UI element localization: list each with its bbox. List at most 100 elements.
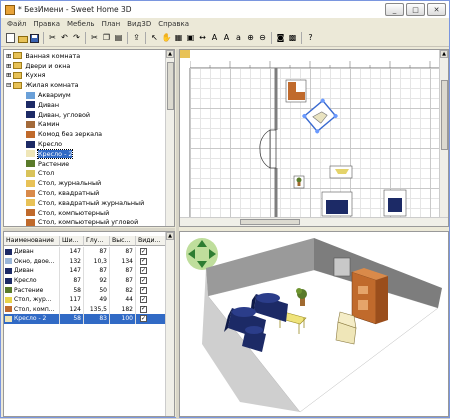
scroll-thumb[interactable] — [441, 80, 448, 150]
table-row[interactable]: Кресло - 2 58 83 100 ✓ — [4, 314, 167, 324]
menu-3dview[interactable]: Вид3D — [127, 20, 151, 28]
zoom-in-icon[interactable]: ⊕ — [245, 33, 256, 44]
navigation-arrows-icon[interactable] — [186, 238, 218, 270]
catalog-item[interactable]: Аквариум — [26, 90, 71, 100]
add-furniture-icon[interactable]: ⇪ — [131, 33, 142, 44]
armchair-symbol[interactable] — [383, 189, 407, 217]
plant-symbol[interactable] — [293, 175, 305, 189]
paste-icon[interactable]: ▤ — [113, 33, 124, 44]
column-header-visible[interactable]: Види... — [136, 236, 167, 246]
catalog-item[interactable]: Стол, компьютерный — [26, 208, 109, 218]
table-row[interactable]: Диван 147 87 87 ✓ — [4, 247, 167, 257]
visible-checkbox[interactable]: ✓ — [140, 296, 147, 304]
scroll-up-icon[interactable]: ▲ — [440, 50, 448, 58]
door-symbol[interactable] — [259, 129, 277, 169]
cut-icon[interactable]: ✂ — [47, 33, 58, 44]
catalog-item[interactable]: Стол — [26, 169, 54, 179]
redo-icon[interactable]: ↷ — [71, 33, 82, 44]
table-row[interactable]: Стол, комп... 124 135,5 182 ✓ — [4, 304, 167, 315]
toolbar-separator — [43, 32, 44, 44]
menu-file[interactable]: Файл — [7, 20, 26, 28]
catalog-item[interactable]: Комод без зеркала — [26, 129, 102, 139]
coffee-table-symbol[interactable] — [329, 165, 353, 179]
column-header-depth[interactable]: Глу... — [84, 236, 110, 246]
text-increase-icon[interactable]: A — [221, 33, 232, 44]
catalog-category[interactable]: ⊞ Двери и окна — [6, 61, 70, 71]
table-row[interactable]: Кресло 87 92 87 ✓ — [4, 275, 167, 286]
new-icon[interactable] — [5, 33, 16, 44]
create-photo-icon[interactable]: ◙ — [275, 33, 286, 44]
3d-view[interactable] — [179, 231, 449, 417]
visible-checkbox[interactable]: ✓ — [140, 315, 147, 323]
menu-edit[interactable]: Правка — [33, 20, 60, 28]
plan-hscrollbar[interactable] — [180, 217, 448, 226]
pan-icon[interactable]: ✋ — [161, 33, 172, 44]
create-labels-icon[interactable]: A — [209, 33, 220, 44]
catalog-category[interactable]: ⊞ Ванная комната — [6, 51, 80, 61]
visible-checkbox[interactable]: ✓ — [140, 286, 147, 294]
sofa-symbol[interactable] — [321, 191, 353, 217]
help-icon[interactable]: ? — [305, 33, 316, 44]
open-icon[interactable] — [17, 33, 28, 44]
undo-icon[interactable]: ↶ — [59, 33, 70, 44]
catalog-item[interactable]: Кресло — [26, 139, 62, 149]
cut2-icon[interactable]: ✂ — [89, 33, 100, 44]
menu-furniture[interactable]: Мебель — [67, 20, 95, 28]
text-decrease-icon[interactable]: a — [233, 33, 244, 44]
minimize-button[interactable]: _ — [385, 3, 404, 16]
catalog-item[interactable]: Стол, квадратный — [26, 188, 99, 198]
catalog-category[interactable]: ⊞ Кухня — [6, 71, 45, 81]
plan-view[interactable]: ▲ — [179, 49, 449, 227]
create-dimensions-icon[interactable]: ↔ — [197, 33, 208, 44]
selected-armchair-symbol[interactable] — [302, 98, 339, 134]
close-button[interactable]: ✕ — [427, 3, 446, 16]
catalog-item[interactable]: Диван, угловой — [26, 110, 90, 120]
zoom-out-icon[interactable]: ⊖ — [257, 33, 268, 44]
catalog-item[interactable]: Растение — [26, 159, 69, 169]
catalog-category[interactable]: ⊟ Жилая комната — [6, 80, 79, 90]
catalog-item[interactable]: Кресло - 2 — [26, 148, 74, 159]
expand-icon[interactable]: ⊞ — [6, 62, 11, 70]
select-mode-icon[interactable]: ↖ — [149, 33, 160, 44]
visible-checkbox[interactable]: ✓ — [140, 305, 147, 313]
menu-plan[interactable]: План — [102, 20, 121, 28]
table-cell-name: Стол, комп... — [4, 304, 60, 315]
collapse-icon[interactable]: ⊟ — [6, 81, 11, 89]
scroll-thumb[interactable] — [167, 62, 174, 110]
column-header-width[interactable]: Ши... — [60, 236, 84, 246]
column-header-height[interactable]: Выс... — [110, 236, 136, 246]
table-row[interactable]: Окно, двое... 132 10,3 134 ✓ — [4, 256, 167, 267]
table-scrollbar[interactable]: ▲ — [165, 232, 174, 416]
scroll-up-icon[interactable]: ▲ — [166, 50, 174, 58]
catalog-item[interactable]: Стол, компьютерный угловой — [26, 218, 138, 226]
window-title: * БезИмени - Sweet Home 3D — [18, 5, 132, 14]
computer-desk-symbol[interactable] — [285, 79, 307, 103]
visible-checkbox[interactable]: ✓ — [140, 277, 147, 285]
expand-icon[interactable]: ⊞ — [6, 71, 11, 79]
furniture-table: Наименование Ши... Глу... Выс... Види...… — [3, 231, 175, 417]
catalog-item[interactable]: Камин — [26, 120, 60, 130]
create-video-icon[interactable]: ▩ — [287, 33, 298, 44]
menu-help[interactable]: Справка — [158, 20, 189, 28]
catalog-item[interactable]: Стол, журнальный — [26, 178, 101, 188]
table-row[interactable]: Растение 58 50 82 ✓ — [4, 285, 167, 295]
plan-vscrollbar[interactable]: ▲ — [439, 50, 448, 226]
catalog-item[interactable]: Диван — [26, 100, 59, 110]
catalog-scrollbar[interactable]: ▲ — [165, 50, 174, 226]
column-header-name[interactable]: Наименование — [4, 236, 60, 246]
plan-grid[interactable] — [190, 68, 440, 218]
scroll-up-icon[interactable]: ▲ — [166, 232, 174, 240]
create-walls-icon[interactable]: ▦ — [173, 33, 184, 44]
save-icon[interactable] — [29, 33, 40, 44]
table-row[interactable]: Диван 147 87 87 ✓ — [4, 266, 167, 276]
catalog-item[interactable]: Стол, квадратный журнальный — [26, 198, 144, 208]
copy-icon[interactable]: ❐ — [101, 33, 112, 44]
create-rooms-icon[interactable]: ▣ — [185, 33, 196, 44]
maximize-button[interactable]: □ — [406, 3, 425, 16]
table-row[interactable]: Стол, жур... 117 49 44 ✓ — [4, 295, 167, 305]
expand-icon[interactable]: ⊞ — [6, 52, 11, 60]
visible-checkbox[interactable]: ✓ — [140, 248, 147, 256]
scroll-thumb[interactable] — [240, 219, 300, 225]
visible-checkbox[interactable]: ✓ — [140, 267, 147, 275]
visible-checkbox[interactable]: ✓ — [140, 257, 147, 265]
